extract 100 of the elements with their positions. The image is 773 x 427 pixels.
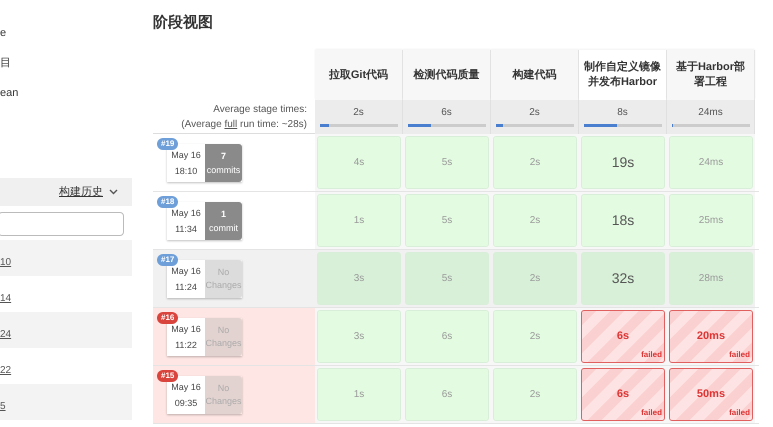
build-number-badge[interactable]: #19 xyxy=(157,138,178,150)
build-number-badge[interactable]: #16 xyxy=(157,312,178,324)
stage-duration: 2s xyxy=(530,156,540,170)
build-date: May 16 xyxy=(171,265,201,278)
stage-duration: 6s xyxy=(616,329,630,344)
stage-duration: 6s xyxy=(442,388,452,402)
stage-cell[interactable]: 6s xyxy=(405,368,489,421)
commits-box[interactable]: 7 commits xyxy=(205,144,242,182)
stage-cell[interactable]: 2s xyxy=(493,310,577,363)
build-date: May 16 xyxy=(171,381,201,394)
build-number-badge[interactable]: #15 xyxy=(157,370,178,382)
stage-duration: 2s xyxy=(530,330,540,344)
stage-duration: 28ms xyxy=(698,272,724,286)
page-title: 阶段视图 xyxy=(153,13,214,33)
failed-label: failed xyxy=(729,349,750,361)
stage-duration: 3s xyxy=(354,330,364,344)
stage-cell[interactable]: 25ms xyxy=(669,194,753,247)
stage-cell[interactable]: 3s xyxy=(317,252,401,305)
no-changes-box: No Changes xyxy=(205,318,242,356)
stage-cell[interactable]: 2s xyxy=(493,252,577,305)
failed-stage-cell[interactable]: 6s failed xyxy=(581,310,665,363)
build-time: 09:35 xyxy=(174,397,198,410)
average-time: 2s xyxy=(353,106,364,120)
average-full-text: (Average full run time: ~28s) xyxy=(181,118,307,132)
stage-header: 构建代码 xyxy=(491,50,579,100)
stage-duration: 2s xyxy=(530,214,540,228)
stage-cell[interactable]: 4s xyxy=(317,136,401,189)
stage-cell[interactable]: 2s xyxy=(493,136,577,189)
build-time: 18:10 xyxy=(174,165,198,178)
average-time: 24ms xyxy=(698,106,723,120)
search-field[interactable] xyxy=(0,212,124,236)
no-changes-box: No Changes xyxy=(205,376,242,414)
average-time: 2s xyxy=(529,106,540,120)
stage-cell[interactable]: 32s xyxy=(581,252,665,305)
stage-duration: 6s xyxy=(442,330,452,344)
sidebar-link[interactable]: e xyxy=(0,27,6,39)
stage-duration: 5s xyxy=(442,214,452,228)
build-time: 11:24 xyxy=(175,281,197,294)
stage-duration: 19s xyxy=(612,153,634,172)
commits-box[interactable]: 1 commit xyxy=(205,202,242,240)
stage-header: 拉取Git代码 xyxy=(315,50,403,100)
build-history-link[interactable]: 构建历史 xyxy=(59,184,103,200)
commits-label: commit xyxy=(209,222,238,235)
stage-duration: 1s xyxy=(354,214,364,228)
chevron-down-icon[interactable] xyxy=(109,189,118,195)
commit-count: 7 xyxy=(220,150,226,163)
sidebar-link[interactable]: ean xyxy=(0,87,18,99)
stage-cell[interactable]: 5s xyxy=(405,194,489,247)
failed-stage-cell[interactable]: 6s failed xyxy=(581,368,665,421)
stage-duration: 6s xyxy=(616,387,630,402)
stage-duration: 2s xyxy=(530,272,540,286)
failed-label: failed xyxy=(641,407,662,419)
average-label: Average stage times: xyxy=(213,102,307,116)
full-link[interactable]: full xyxy=(224,118,238,130)
build-date: May 16 xyxy=(171,207,201,220)
stage-duration: 2s xyxy=(530,388,540,402)
build-link[interactable]: 5 xyxy=(0,399,6,414)
build-number-badge[interactable]: #18 xyxy=(157,196,178,208)
stage-duration: 20ms xyxy=(696,329,726,344)
stage-duration: 18s xyxy=(612,211,634,230)
stage-cell[interactable]: 6s xyxy=(405,310,489,363)
stage-cell[interactable]: 2s xyxy=(493,194,577,247)
stage-cell[interactable]: 2s xyxy=(493,368,577,421)
commit-count: 1 xyxy=(220,208,226,221)
average-time: 6s xyxy=(441,106,452,120)
build-time: 11:34 xyxy=(175,223,197,236)
stage-cell[interactable]: 5s xyxy=(405,252,489,305)
stage-cell[interactable]: 1s xyxy=(317,194,401,247)
build-link[interactable]: 22 xyxy=(0,363,12,378)
build-date: May 16 xyxy=(171,323,201,336)
stage-duration: 3s xyxy=(354,272,364,286)
stage-header: 制作自定义镜像并发布Harbor xyxy=(579,50,667,100)
stage-duration: 4s xyxy=(354,156,364,170)
stage-cell[interactable]: 1s xyxy=(317,368,401,421)
commits-label: commits xyxy=(206,164,240,177)
build-link[interactable]: 14 xyxy=(0,291,12,306)
stage-duration: 5s xyxy=(442,156,452,170)
stage-cell[interactable]: 18s xyxy=(581,194,665,247)
sidebar-link[interactable]: 目 xyxy=(0,57,11,69)
build-time: 11:22 xyxy=(175,339,197,352)
build-number-badge[interactable]: #17 xyxy=(157,254,178,266)
stage-duration: 5s xyxy=(442,272,452,286)
build-link[interactable]: 10 xyxy=(0,255,12,270)
stage-duration: 1s xyxy=(354,388,364,402)
failed-label: failed xyxy=(729,407,750,419)
stage-cell[interactable]: 19s xyxy=(581,136,665,189)
stage-cell[interactable]: 24ms xyxy=(669,136,753,189)
stage-cell[interactable]: 5s xyxy=(405,136,489,189)
stage-duration: 32s xyxy=(612,269,634,288)
stage-header: 检测代码质量 xyxy=(403,50,491,100)
build-link[interactable]: 24 xyxy=(0,327,12,342)
build-date: May 16 xyxy=(171,149,201,162)
stage-cell[interactable]: 3s xyxy=(317,310,401,363)
failed-stage-cell[interactable]: 20ms failed xyxy=(669,310,753,363)
stage-cell[interactable]: 28ms xyxy=(669,252,753,305)
stage-duration: 24ms xyxy=(698,156,724,170)
stage-header: 基于Harbor部署工程 xyxy=(667,50,755,100)
average-time: 8s xyxy=(617,106,628,120)
failed-stage-cell[interactable]: 50ms failed xyxy=(669,368,753,421)
stage-duration: 25ms xyxy=(698,214,724,228)
